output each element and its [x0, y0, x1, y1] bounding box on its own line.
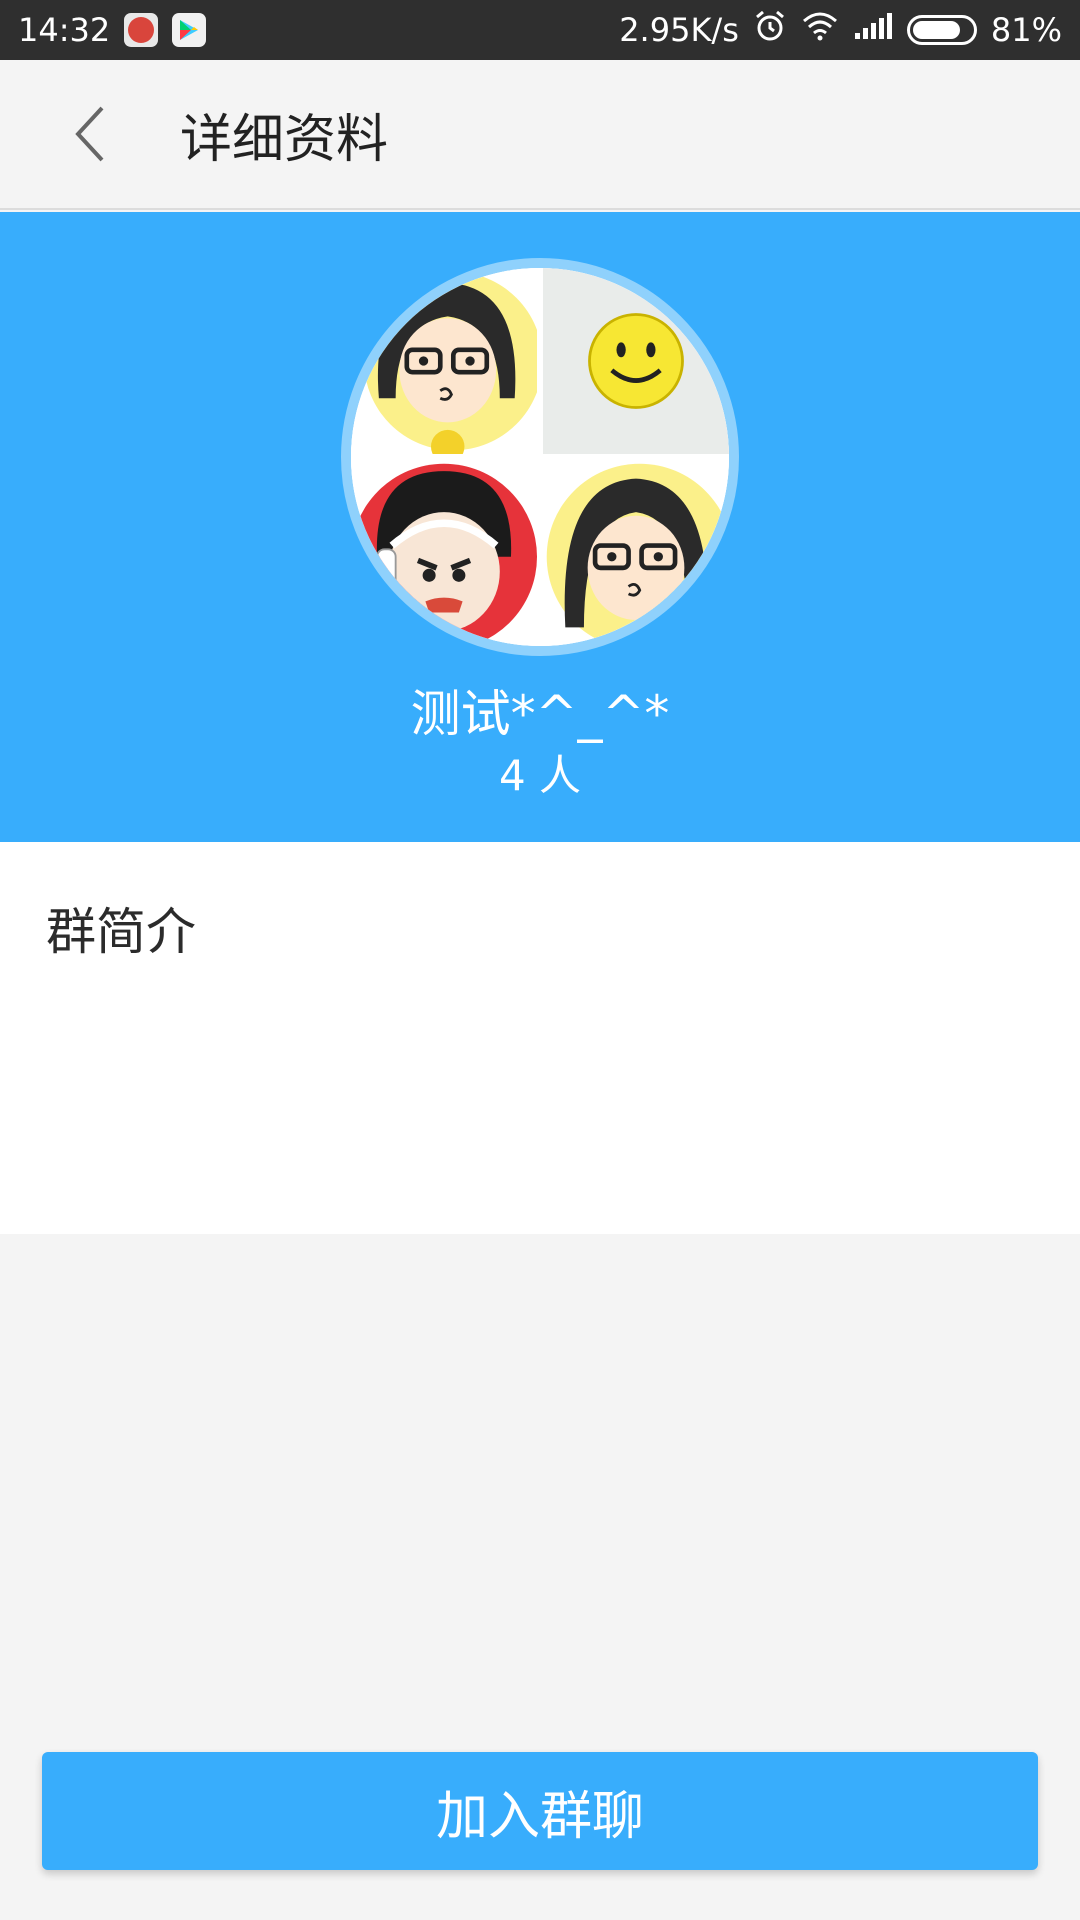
avatar-grid — [351, 268, 729, 646]
red-app-icon — [124, 13, 159, 47]
status-bar-left: 14:32 — [18, 11, 207, 49]
app-bar: 详细资料 — [0, 60, 1080, 210]
group-name: 测试*^_^* — [410, 685, 670, 743]
avatar-tile-girl-glasses — [543, 460, 729, 646]
avatar-tile-boy-headphones — [351, 460, 537, 646]
status-time: 14:32 — [18, 11, 111, 49]
play-store-icon — [172, 13, 207, 47]
status-bar: 14:32 2.95K/s 81% — [0, 0, 1080, 60]
back-button[interactable] — [40, 84, 140, 184]
group-header: 测试*^_^* 4 人 — [0, 212, 1080, 842]
member-count: 4 人 — [498, 751, 582, 800]
wifi-icon — [801, 11, 839, 49]
join-group-button[interactable]: 加入群聊 — [42, 1752, 1038, 1870]
group-avatar[interactable] — [341, 258, 739, 656]
signal-icon — [853, 11, 893, 49]
group-intro-label: 群简介 — [46, 903, 196, 961]
alarm-icon — [753, 9, 787, 51]
group-intro-section: 群简介 — [0, 842, 1080, 1234]
page-title: 详细资料 — [180, 109, 389, 170]
battery-icon — [906, 15, 977, 45]
avatar-tile-smiley — [543, 268, 729, 454]
battery-percent: 81% — [990, 11, 1062, 49]
network-speed: 2.95K/s — [619, 11, 739, 49]
chevron-left-icon — [75, 106, 104, 162]
avatar-tile-girl-glasses — [351, 268, 537, 454]
status-bar-right: 2.95K/s 81% — [619, 9, 1062, 51]
group-detail-screen: 14:32 2.95K/s 81% 详细资料 测试*^_^* 4 人 群简介 加… — [0, 0, 1080, 1920]
